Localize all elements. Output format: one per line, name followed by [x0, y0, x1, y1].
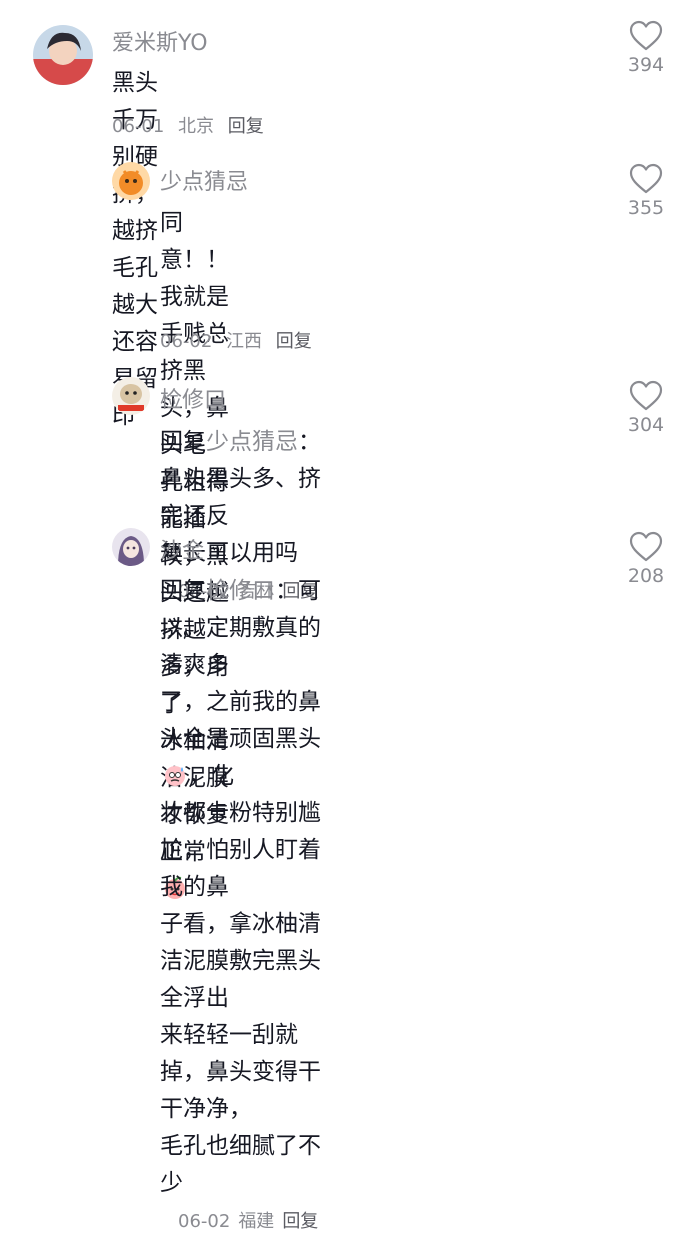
like-button[interactable]: 394 [616, 20, 676, 76]
avatar[interactable] [112, 528, 150, 566]
like-button[interactable]: 208 [616, 531, 676, 587]
comment-date: 06-01 [112, 116, 165, 137]
reply-to-username[interactable]: 少点猜忌 [206, 429, 298, 455]
sweat-emoji-icon [162, 762, 188, 788]
username[interactable]: 爱米斯YO [112, 25, 208, 57]
comment-location: 北京 [178, 116, 215, 137]
like-button[interactable]: 304 [616, 380, 676, 436]
heart-icon [629, 380, 663, 411]
reply-button[interactable]: 回复 [276, 331, 312, 352]
like-count: 208 [627, 565, 665, 587]
comment-meta: 06-01 北京 回复 [112, 112, 272, 138]
heart-icon [629, 163, 663, 194]
reply-button[interactable]: 回复 [228, 116, 264, 137]
comment-text-line: 子看，拿冰柚清洁泥膜敷完黑头全浮出 [160, 911, 321, 1011]
comment-text-line: 了，之前我的鼻头全是顽固黑头，化 [160, 689, 321, 789]
comment-date: 06-02 [178, 1211, 231, 1232]
reply-prefix: 回复 [160, 429, 206, 455]
username[interactable]: 沙金 [160, 533, 204, 565]
comment-text-line: 来轻轻一刮就掉，鼻头变得干干净净， [160, 1022, 321, 1122]
comment-text: 回复检修口：可以。定期敷真的清爽多 了，之前我的鼻头全是顽固黑头，化 妆都卡粉特… [160, 573, 326, 1240]
like-count: 304 [627, 414, 665, 436]
avatar[interactable] [33, 25, 93, 85]
username[interactable]: 少点猜忌 [160, 164, 248, 196]
comment-location: 福建 [238, 1211, 275, 1232]
comment-date: 06-02 [160, 331, 213, 352]
comment-meta: 06-02 福建 回复 [178, 1211, 326, 1232]
heart-icon [629, 531, 663, 562]
like-count: 355 [627, 197, 665, 219]
comment-text-line: 回复少点猜忌：鼻头黑头多、挤完还反 [160, 429, 321, 529]
comment-meta: 06-02 江西 回复 [160, 327, 320, 353]
like-button[interactable]: 355 [616, 163, 676, 219]
comment-text-line: 妆都卡粉特别尴尬，怕别人盯着我的鼻 [160, 800, 321, 900]
like-count: 394 [627, 54, 665, 76]
username[interactable]: 检修口 [160, 382, 226, 414]
reply-button[interactable]: 回复 [282, 1211, 318, 1232]
avatar[interactable] [112, 162, 150, 200]
comment-location: 江西 [226, 331, 263, 352]
heart-icon [629, 20, 663, 51]
comment-text-line: 回复检修口：可以。定期敷真的清爽多 [160, 578, 321, 678]
reply-to-username[interactable]: 检修口 [206, 578, 275, 604]
avatar[interactable] [112, 377, 150, 415]
comment-text-line: 毛孔也细腻了不少06-02 福建 回复 [160, 1128, 326, 1240]
reply-prefix: 回复 [160, 578, 206, 604]
